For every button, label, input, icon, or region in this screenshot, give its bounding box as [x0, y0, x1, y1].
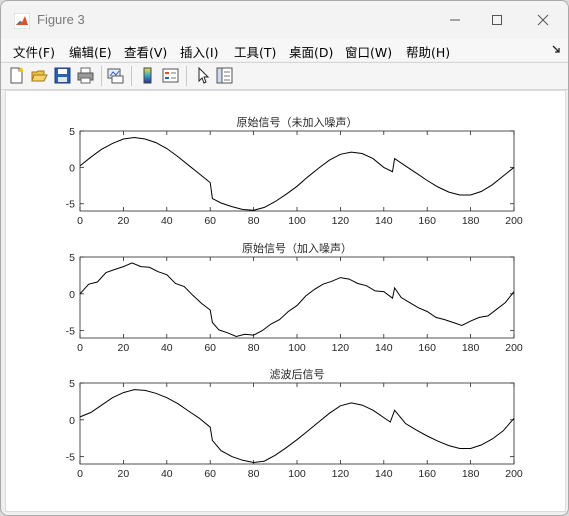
save-icon[interactable]: [54, 67, 71, 84]
x-tick-label: 40: [161, 342, 173, 354]
x-tick-label: 60: [204, 215, 216, 227]
plot-area: 原始信号（未加入噪声）0 20 40 60 80 100 120 140 160 180 20050…: [66, 115, 523, 480]
x-tick-label: 120: [332, 342, 350, 354]
x-tick-label: 100: [288, 215, 306, 227]
menu-insert[interactable]: 插入(I): [180, 42, 218, 61]
x-tick-label: 140: [375, 215, 393, 227]
x-tick-label: 20: [118, 342, 130, 354]
y-tick-label: 5: [69, 378, 75, 390]
y-tick-label: -5: [66, 452, 75, 464]
subplot-title: 原始信号（未加入噪声）: [237, 115, 358, 129]
x-tick-label: 180: [462, 215, 480, 227]
x-tick-label: 40: [161, 215, 173, 227]
x-tick-label: 0: [77, 215, 83, 227]
x-tick-label: 200: [505, 468, 523, 480]
y-tick-label: 0: [69, 415, 75, 427]
new-figure-icon[interactable]: [8, 67, 25, 84]
x-tick-label: 180: [462, 342, 480, 354]
y-tick-label: 5: [69, 126, 75, 138]
menu-tools[interactable]: 工具(T): [234, 42, 276, 61]
menu-window[interactable]: 窗口(W): [345, 42, 392, 61]
toolbar-separator: [186, 66, 187, 86]
figure-window: Figure 3 文件(F) 编辑(E) 查看(V) 插入(I) 工具(T) 桌…: [0, 0, 569, 516]
minimize-button[interactable]: [432, 1, 478, 39]
menu-view[interactable]: 查看(V): [124, 42, 167, 61]
subplot-title: 滤波后信号: [270, 368, 325, 381]
x-tick-label: 140: [375, 468, 393, 480]
y-tick-label: 0: [69, 162, 75, 174]
x-tick-label: 140: [375, 342, 393, 354]
x-tick-label: 120: [332, 468, 350, 480]
toolbar-separator: [101, 66, 102, 86]
x-tick-label: 200: [505, 215, 523, 227]
x-tick-label: 60: [204, 468, 216, 480]
axes-frame: [79, 256, 515, 339]
figure-canvas[interactable]: 原始信号（未加入噪声） 0 20 40 60 80 100 120 140 160 180 200 5 0…: [5, 90, 566, 512]
menu-help[interactable]: 帮助(H): [406, 42, 450, 61]
y-tick-label: 5: [69, 252, 75, 264]
x-tick-label: 180: [462, 468, 480, 480]
legend-icon[interactable]: [162, 67, 179, 84]
x-tick-label: 0: [77, 342, 83, 354]
x-tick-label: 0: [77, 468, 83, 480]
x-tick-label: 20: [118, 215, 130, 227]
x-tick-label: 80: [248, 342, 260, 354]
dock-arrow-icon[interactable]: [552, 45, 561, 54]
window-title: Figure 3: [37, 12, 85, 27]
pointer-arrow-icon[interactable]: [194, 67, 211, 84]
menu-desktop[interactable]: 桌面(D): [289, 42, 333, 61]
x-tick-label: 120: [332, 215, 350, 227]
property-inspector-icon[interactable]: [216, 67, 233, 84]
x-tick-label: 200: [505, 342, 523, 354]
x-tick-label: 160: [418, 468, 436, 480]
x-tick-label: 160: [418, 342, 436, 354]
menu-bar: 文件(F) 编辑(E) 查看(V) 插入(I) 工具(T) 桌面(D) 窗口(W…: [1, 39, 568, 61]
x-tick-label: 80: [248, 215, 260, 227]
y-tick-label: -5: [66, 199, 75, 211]
link-plot-icon[interactable]: [107, 67, 124, 84]
toolbar-separator: [131, 66, 132, 86]
x-tick-label: 100: [288, 342, 306, 354]
colorbar-icon[interactable]: [139, 67, 156, 84]
close-icon: [537, 14, 549, 26]
axes-frame: [79, 382, 515, 465]
title-bar[interactable]: Figure 3: [1, 1, 568, 39]
print-icon[interactable]: [77, 67, 94, 84]
subplot-title: 原始信号（加入噪声）: [242, 241, 352, 255]
x-tick-label: 80: [248, 468, 260, 480]
close-button[interactable]: [520, 1, 566, 39]
x-tick-label: 40: [161, 468, 173, 480]
x-tick-label: 20: [118, 468, 130, 480]
x-tick-label: 160: [418, 215, 436, 227]
maximize-button[interactable]: [474, 1, 520, 39]
toolbar: [1, 62, 568, 90]
x-tick-label: 60: [204, 342, 216, 354]
y-tick-label: 0: [69, 289, 75, 301]
menu-file[interactable]: 文件(F): [13, 42, 55, 61]
y-tick-label: -5: [66, 326, 75, 338]
axes-frame: [79, 130, 515, 212]
matlab-icon: [14, 13, 30, 29]
x-tick-label: 100: [288, 468, 306, 480]
minimize-icon: [450, 19, 460, 21]
maximize-icon: [492, 15, 502, 25]
menu-edit[interactable]: 编辑(E): [69, 42, 112, 61]
open-file-icon[interactable]: [31, 67, 48, 84]
